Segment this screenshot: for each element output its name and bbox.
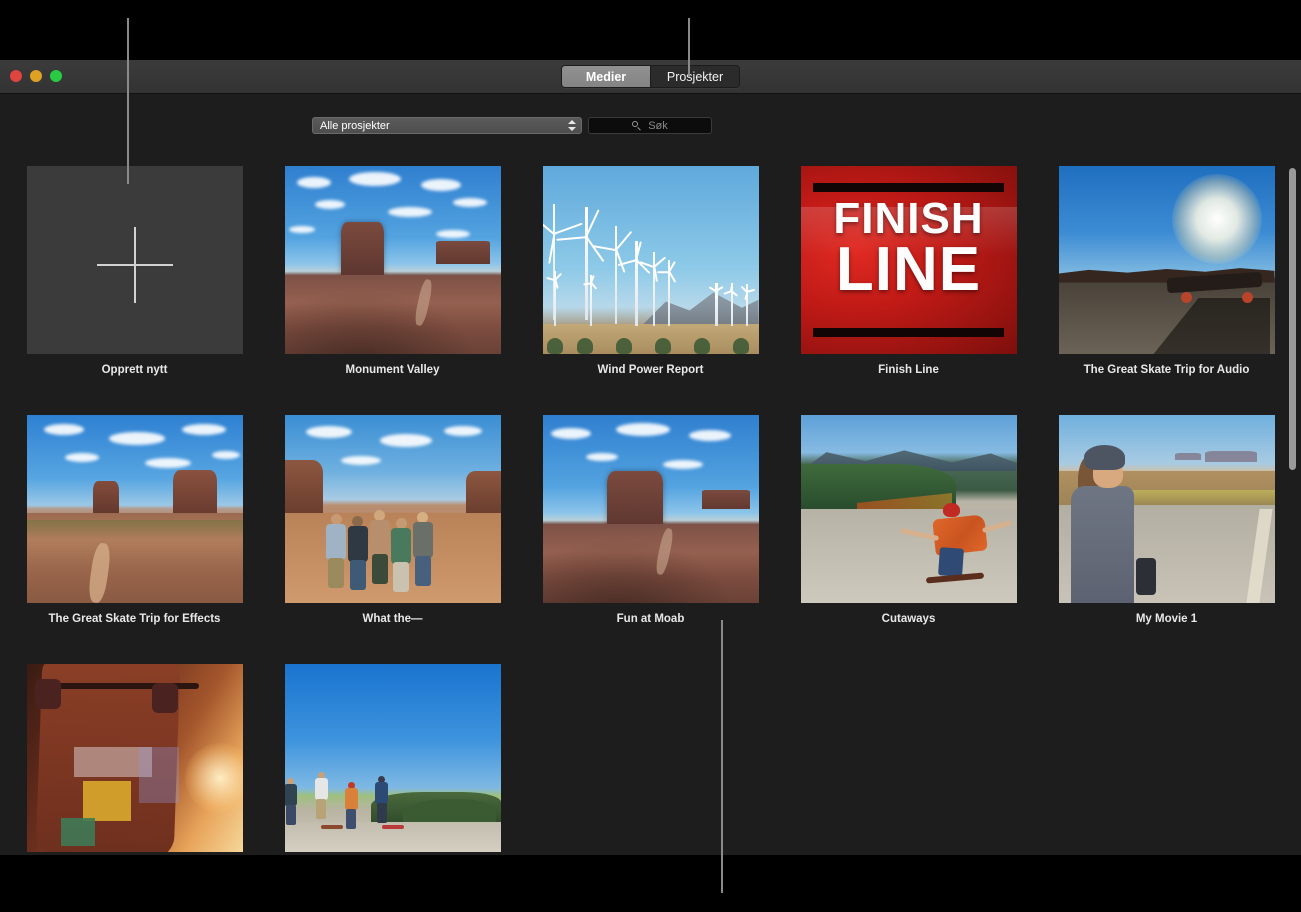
traffic-lights bbox=[10, 70, 62, 82]
thumbnail-art bbox=[1059, 415, 1275, 603]
project-thumbnail[interactable] bbox=[285, 415, 501, 603]
title-card-line-1: FINISH bbox=[801, 198, 1017, 240]
grid-item-label: Fun at Moab bbox=[617, 613, 685, 625]
grid-item-great-skate-trip-audio[interactable]: The Great Skate Trip for Audio bbox=[1038, 166, 1296, 415]
title-card-line-2: LINE bbox=[801, 240, 1017, 300]
grid-item-wind-power-report[interactable]: Wind Power Report bbox=[522, 166, 780, 415]
project-thumbnail[interactable] bbox=[1059, 415, 1275, 603]
grid-item-great-skate-trip-effects[interactable]: The Great Skate Trip for Effects bbox=[6, 415, 264, 664]
thumbnail-wrap bbox=[543, 415, 759, 603]
grid-item-label: Opprett nytt bbox=[102, 364, 168, 376]
project-grid: Opprett nytt bbox=[0, 165, 1301, 855]
thumbnail-wrap bbox=[543, 166, 759, 354]
grid-item-label: Finish Line bbox=[878, 364, 939, 376]
grid-item-label: Wind Power Report bbox=[598, 364, 704, 376]
project-filter-value: Alle prosjekter bbox=[320, 120, 567, 132]
project-thumbnail[interactable] bbox=[543, 166, 759, 354]
window-titlebar: Medier Prosjekter bbox=[0, 60, 1301, 94]
thumbnail-art bbox=[801, 415, 1017, 603]
project-thumbnail[interactable] bbox=[1059, 166, 1275, 354]
grid-item-skaters-walking[interactable] bbox=[264, 664, 522, 855]
thumbnail-art bbox=[27, 415, 243, 603]
thumbnail-wrap bbox=[285, 664, 501, 852]
annotation-guide-line-center bbox=[688, 18, 690, 77]
thumbnail-art bbox=[285, 166, 501, 354]
annotation-guide-line-left bbox=[127, 18, 129, 184]
thumbnail-wrap bbox=[27, 664, 243, 852]
plus-icon[interactable] bbox=[27, 166, 243, 354]
thumbnail-wrap bbox=[1059, 415, 1275, 603]
project-thumbnail[interactable] bbox=[801, 415, 1017, 603]
chevron-updown-icon bbox=[567, 119, 577, 132]
project-thumbnail[interactable] bbox=[285, 664, 501, 852]
screenshot-bottom-band bbox=[0, 855, 1301, 912]
project-thumbnail[interactable] bbox=[285, 166, 501, 354]
thumbnail-wrap bbox=[27, 415, 243, 603]
thumbnail-wrap bbox=[1059, 166, 1275, 354]
zoom-button-icon[interactable] bbox=[50, 70, 62, 82]
annotation-guide-line-bottom bbox=[721, 620, 723, 893]
minimize-button-icon[interactable] bbox=[30, 70, 42, 82]
library-mode-segmented-control[interactable]: Medier Prosjekter bbox=[561, 65, 740, 88]
thumbnail-wrap bbox=[285, 166, 501, 354]
thumbnail-art bbox=[285, 415, 501, 603]
project-thumbnail[interactable] bbox=[27, 664, 243, 852]
thumbnail-wrap: FINISH LINE bbox=[801, 166, 1017, 354]
search-field[interactable]: Søk bbox=[588, 117, 712, 134]
grid-item-create-new[interactable]: Opprett nytt bbox=[6, 166, 264, 415]
thumbnail-wrap bbox=[285, 415, 501, 603]
search-placeholder: Søk bbox=[648, 120, 668, 132]
thumbnail-art bbox=[543, 166, 759, 354]
project-filter-dropdown[interactable]: Alle prosjekter bbox=[312, 117, 582, 134]
grid-item-label: Cutaways bbox=[882, 613, 936, 625]
grid-item-label: My Movie 1 bbox=[1136, 613, 1197, 625]
project-browser: Opprett nytt bbox=[0, 165, 1301, 855]
search-icon bbox=[632, 121, 642, 131]
grid-item-skateboard-closeup[interactable] bbox=[6, 664, 264, 855]
grid-item-label: The Great Skate Trip for Audio bbox=[1084, 364, 1250, 376]
thumbnail-wrap bbox=[27, 166, 243, 354]
imovie-window: Medier Prosjekter Alle prosjekter Søk Op… bbox=[0, 60, 1301, 855]
grid-item-what-the[interactable]: What the— bbox=[264, 415, 522, 664]
grid-item-cutaways[interactable]: Cutaways bbox=[780, 415, 1038, 664]
project-thumbnail[interactable] bbox=[543, 415, 759, 603]
thumbnail-art bbox=[285, 664, 501, 852]
vertical-scrollbar[interactable] bbox=[1289, 168, 1296, 470]
project-thumbnail[interactable] bbox=[27, 415, 243, 603]
thumbnail-art bbox=[27, 664, 243, 852]
grid-item-fun-at-moab[interactable]: Fun at Moab bbox=[522, 415, 780, 664]
grid-item-monument-valley[interactable]: Monument Valley bbox=[264, 166, 522, 415]
thumbnail-art bbox=[543, 415, 759, 603]
grid-item-my-movie-1[interactable]: My Movie 1 bbox=[1038, 415, 1296, 664]
screenshot-top-band bbox=[0, 0, 1301, 60]
grid-item-label: What the— bbox=[362, 613, 422, 625]
thumbnail-art bbox=[1059, 166, 1275, 354]
grid-item-finish-line[interactable]: FINISH LINE Finish Line bbox=[780, 166, 1038, 415]
project-thumbnail[interactable]: FINISH LINE bbox=[801, 166, 1017, 354]
thumbnail-wrap bbox=[801, 415, 1017, 603]
grid-item-label: Monument Valley bbox=[346, 364, 440, 376]
close-button-icon[interactable] bbox=[10, 70, 22, 82]
thumbnail-art: FINISH LINE bbox=[801, 166, 1017, 354]
tab-medier[interactable]: Medier bbox=[562, 66, 651, 87]
tab-prosjekter[interactable]: Prosjekter bbox=[651, 66, 739, 87]
grid-item-label: The Great Skate Trip for Effects bbox=[49, 613, 221, 625]
